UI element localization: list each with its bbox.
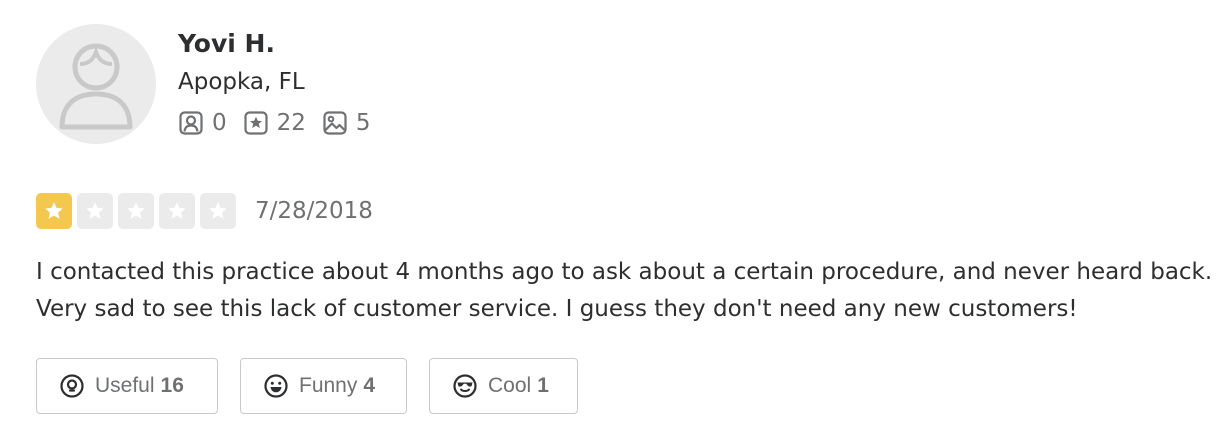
reaction-buttons: Useful 16 Funny 4 Cool 1 [36,358,578,414]
rating-row: 7/28/2018 [36,192,373,230]
review-card: Yovi H. Apopka, FL 0 22 5 7/28/2018 I co… [36,24,1216,414]
star-icon [209,202,227,219]
funny-label: Funny [299,374,358,397]
star-empty [118,193,154,229]
cool-button[interactable]: Cool 1 [429,358,578,414]
star-icon [127,202,145,219]
useful-label: Useful [95,374,155,397]
star-filled [36,193,72,229]
user-info: Yovi H. Apopka, FL 0 22 5 [178,26,387,140]
star-icon [168,202,186,219]
friends-icon [179,111,203,135]
photos-count: 5 [355,110,371,136]
reviews-stat: 22 [243,110,306,136]
photos-icon [323,111,347,135]
funny-button[interactable]: Funny 4 [240,358,407,414]
lightbulb-icon [60,374,84,398]
star-empty [77,193,113,229]
cool-label: Cool [488,374,532,397]
user-stats: 0 22 5 [178,106,387,140]
reviews-count: 22 [276,110,306,136]
reviews-icon [244,111,268,135]
useful-button[interactable]: Useful 16 [36,358,218,414]
star-empty [159,193,195,229]
user-location: Apopka, FL [178,69,305,95]
user-name[interactable]: Yovi H. [178,26,387,62]
review-date: 7/28/2018 [255,198,373,224]
avatar[interactable] [36,24,156,144]
funny-count: 4 [363,374,376,397]
star-empty [200,193,236,229]
star-rating [36,193,241,229]
cool-count: 1 [537,374,549,397]
review-text: I contacted this practice about 4 months… [36,259,1213,322]
user-passport: Yovi H. Apopka, FL 0 22 5 [36,24,1216,144]
star-icon [86,202,104,219]
smile-icon [264,374,288,398]
friends-stat: 0 [178,110,227,136]
sunglasses-icon [453,374,477,398]
friends-count: 0 [212,110,227,136]
star-icon [45,202,63,219]
photos-stat: 5 [322,110,371,136]
useful-count: 16 [160,374,184,397]
default-avatar-icon [59,43,133,130]
